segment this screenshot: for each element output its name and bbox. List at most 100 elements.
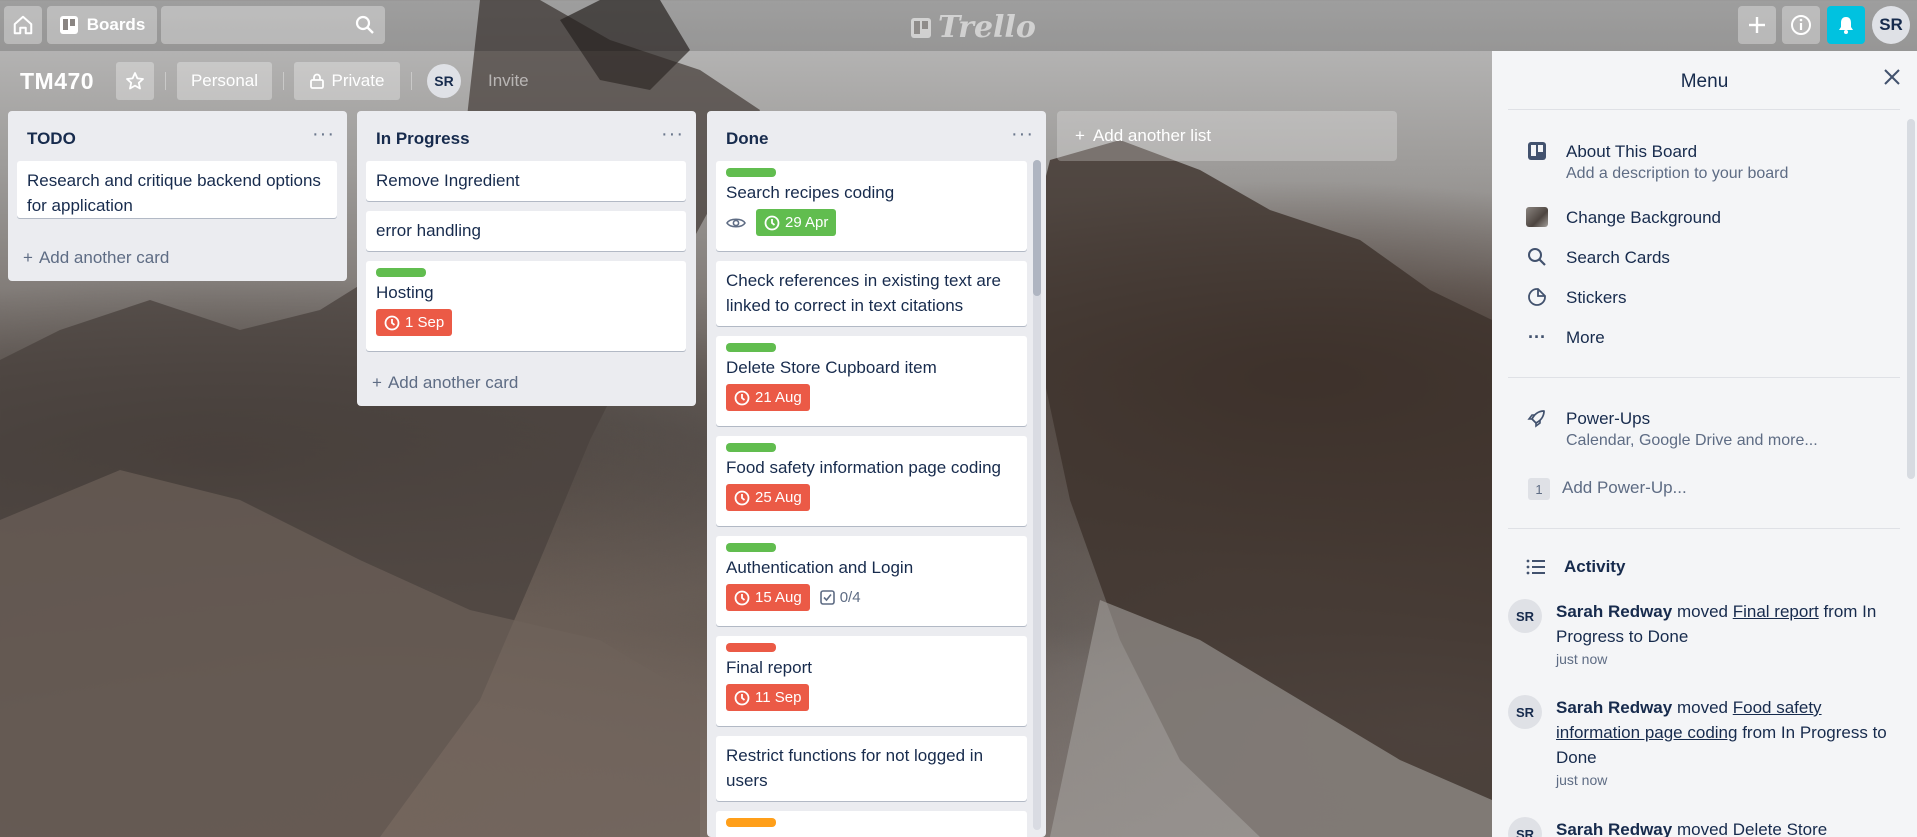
star-icon: [126, 72, 144, 90]
card-title: Hosting: [376, 283, 434, 302]
card[interactable]: Check references in existing text are li…: [716, 261, 1027, 326]
card[interactable]: error handling: [366, 211, 686, 251]
search-input[interactable]: [161, 6, 385, 44]
user-avatar[interactable]: SR: [1872, 6, 1910, 44]
card-label[interactable]: [726, 643, 776, 652]
card[interactable]: Final report 11 Sep: [716, 636, 1027, 726]
due-date-badge[interactable]: 15 Aug: [726, 584, 810, 611]
avatar[interactable]: SR: [1508, 817, 1542, 837]
activity-user[interactable]: Sarah Redway: [1556, 820, 1672, 837]
card[interactable]: Authentication and Login 15 Aug 0/4: [716, 536, 1027, 626]
add-card-button[interactable]: + Add another card: [372, 373, 518, 393]
card[interactable]: Restrict functions for not logged in use…: [716, 736, 1027, 801]
due-date: 25 Aug: [755, 489, 802, 506]
card-title: Restrict functions for not logged in use…: [726, 746, 984, 790]
visibility-button[interactable]: Private: [294, 62, 400, 100]
eye-icon: [726, 217, 746, 228]
board-title[interactable]: TM470: [20, 68, 94, 95]
activity-icon: [1526, 559, 1545, 575]
boards-label: Boards: [86, 15, 146, 34]
card-title: Remove Ingredient: [376, 171, 520, 190]
list-in-progress: In Progress ··· Remove Ingredient error …: [357, 111, 696, 406]
card-title: Authentication and Login: [726, 558, 914, 577]
activity-action: moved: [1676, 602, 1728, 621]
card[interactable]: [716, 811, 1027, 837]
sticker-icon: [1526, 285, 1548, 309]
card-label[interactable]: [726, 343, 776, 352]
more-item[interactable]: ··· More: [1526, 325, 1605, 350]
due-date-badge[interactable]: 29 Apr: [756, 209, 837, 236]
add-card-label: Add another card: [38, 248, 170, 267]
invite-button[interactable]: Invite: [488, 71, 529, 91]
boards-button[interactable]: Boards: [47, 6, 157, 44]
plus-icon: +: [1075, 126, 1085, 145]
due-date: 11 Sep: [755, 689, 802, 706]
due-date-badge[interactable]: 25 Aug: [726, 484, 810, 511]
list-title[interactable]: In Progress: [376, 129, 470, 149]
card-title: Search recipes coding: [726, 183, 895, 202]
avatar[interactable]: SR: [1508, 599, 1542, 633]
change-background-label: Change Background: [1566, 208, 1722, 227]
trello-logo-icon: [911, 17, 931, 38]
activity-card-link[interactable]: Final report: [1733, 602, 1819, 621]
card[interactable]: Delete Store Cupboard item 21 Aug: [716, 336, 1027, 426]
list-title[interactable]: TODO: [27, 129, 76, 149]
info-button[interactable]: [1782, 6, 1820, 44]
star-board-button[interactable]: [116, 62, 154, 100]
due-date-badge[interactable]: 21 Aug: [726, 384, 810, 411]
avatar[interactable]: SR: [1508, 695, 1542, 729]
card-label[interactable]: [726, 443, 776, 452]
card[interactable]: Search recipes coding 29 Apr: [716, 161, 1027, 251]
add-list-button[interactable]: + Add another list: [1057, 111, 1397, 161]
list-title[interactable]: Done: [726, 129, 769, 149]
activity-time[interactable]: just now: [1556, 770, 1903, 790]
activity-title: Activity: [1564, 557, 1626, 576]
activity-time[interactable]: just now: [1556, 649, 1903, 669]
due-date: 21 Aug: [755, 389, 802, 406]
close-menu-button[interactable]: [1883, 68, 1901, 91]
card-label[interactable]: [726, 168, 776, 177]
activity-item: SR Sarah Redway moved Delete Store: [1508, 817, 1903, 837]
due-date-badge[interactable]: 1 Sep: [376, 309, 453, 336]
more-label: More: [1566, 328, 1605, 347]
card-label[interactable]: [726, 818, 776, 827]
visibility-label: Private: [331, 71, 385, 90]
stickers-item[interactable]: Stickers: [1526, 285, 1626, 310]
notifications-button[interactable]: [1827, 6, 1865, 44]
list-menu-icon[interactable]: ···: [312, 123, 335, 146]
add-power-up-button[interactable]: Add Power-Up...: [1562, 478, 1687, 498]
activity-user[interactable]: Sarah Redway: [1556, 602, 1672, 621]
card-label[interactable]: [726, 543, 776, 552]
list-menu-icon[interactable]: ···: [1011, 123, 1034, 146]
member-avatar[interactable]: SR: [427, 64, 461, 98]
create-button[interactable]: [1738, 6, 1776, 44]
add-card-button[interactable]: + Add another card: [23, 248, 169, 268]
card[interactable]: Research and critique backend options fo…: [17, 161, 337, 218]
card[interactable]: Remove Ingredient: [366, 161, 686, 201]
boards-icon: [59, 16, 78, 34]
card[interactable]: Food safety information page coding 25 A…: [716, 436, 1027, 526]
activity-user[interactable]: Sarah Redway: [1556, 698, 1672, 717]
list-scrollbar[interactable]: [1033, 160, 1041, 830]
list-menu-icon[interactable]: ···: [661, 123, 684, 146]
scrollbar-thumb[interactable]: [1033, 160, 1041, 296]
search-icon: [1526, 245, 1548, 269]
search-cards-item[interactable]: Search Cards: [1526, 245, 1670, 270]
menu-scrollbar[interactable]: [1907, 119, 1915, 479]
clock-icon: [764, 215, 780, 230]
home-button[interactable]: [4, 6, 42, 44]
rocket-icon: [1526, 406, 1548, 430]
clock-icon: [734, 590, 750, 605]
card-title: Food safety information page coding: [726, 458, 1002, 477]
change-background-item[interactable]: Change Background: [1526, 205, 1721, 230]
due-date-badge[interactable]: 11 Sep: [726, 684, 810, 711]
checklist-badge: 0/4: [819, 585, 861, 610]
trello-logo[interactable]: Trello: [910, 10, 1036, 45]
about-board-item[interactable]: About This Board Add a description to yo…: [1526, 139, 1788, 184]
power-ups-item[interactable]: Power-Ups Calendar, Google Drive and mor…: [1526, 406, 1818, 451]
search-cards-label: Search Cards: [1566, 248, 1670, 267]
team-button[interactable]: Personal: [177, 62, 272, 100]
card-label[interactable]: [376, 268, 426, 277]
divider: [411, 72, 412, 90]
card[interactable]: Hosting 1 Sep: [366, 261, 686, 351]
